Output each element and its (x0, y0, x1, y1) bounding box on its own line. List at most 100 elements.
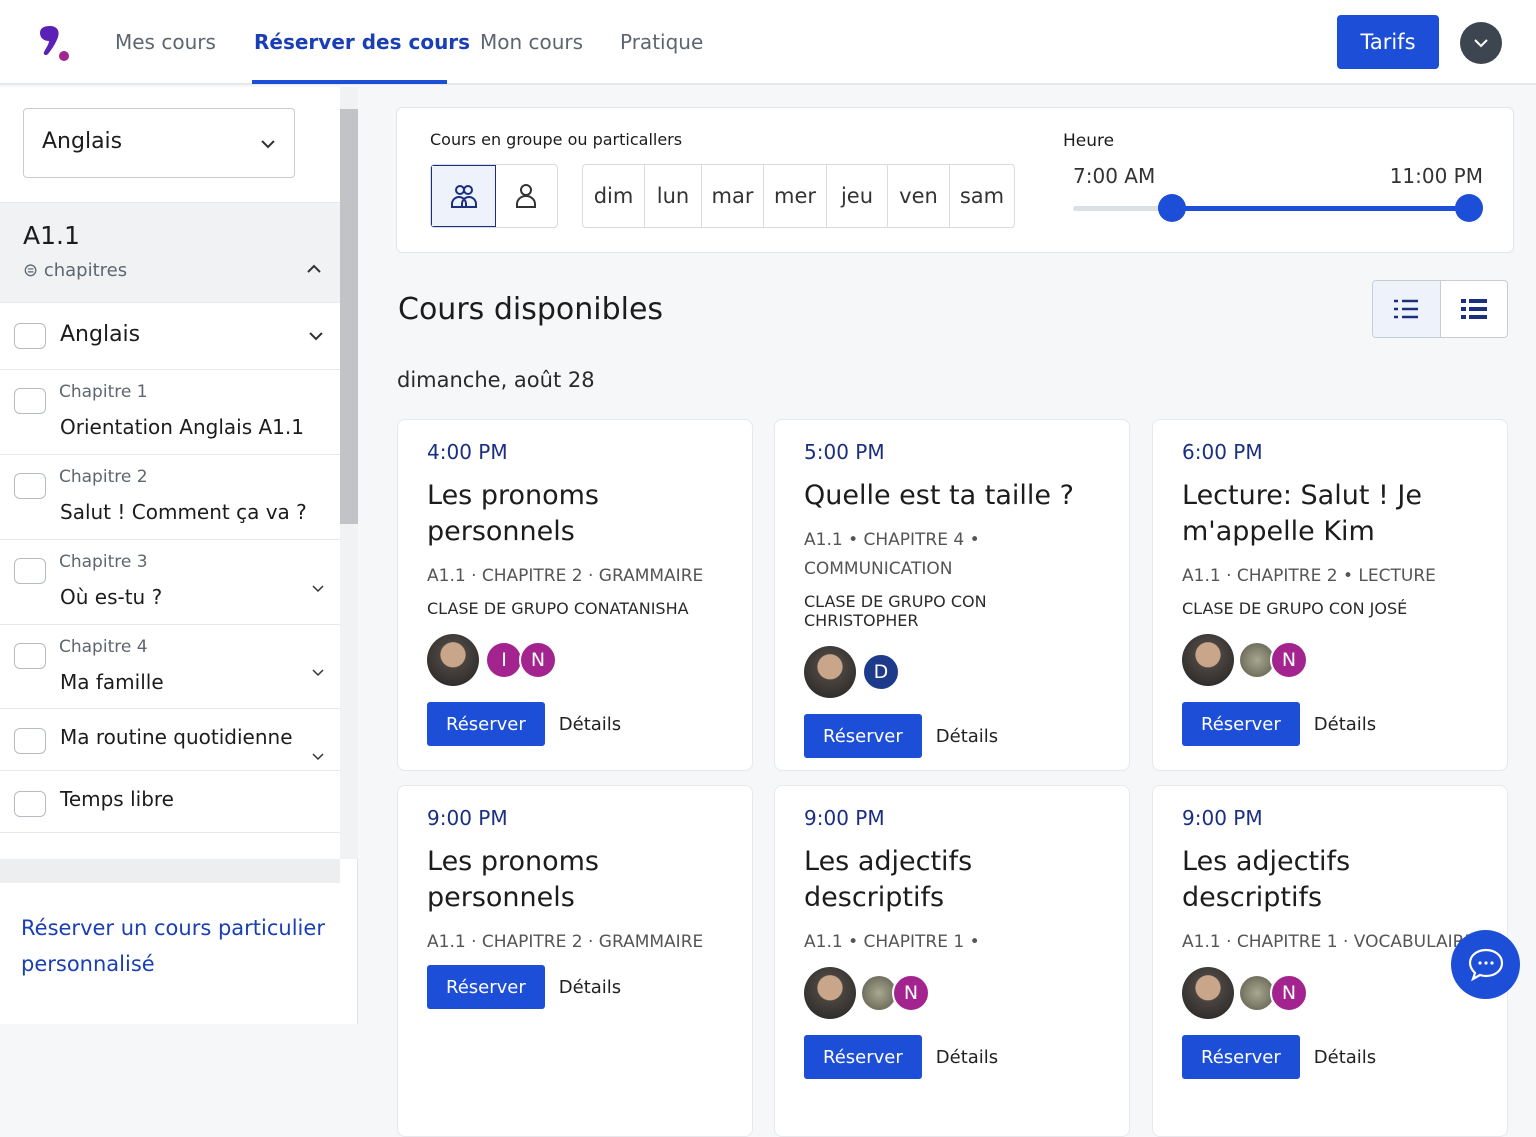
details-link[interactable]: Détails (1314, 1047, 1376, 1068)
details-link[interactable]: Détails (936, 726, 998, 747)
day-jeu[interactable]: jeu (827, 165, 888, 227)
card-title[interactable]: Les pronoms personnels (427, 844, 723, 916)
chevron-down-icon (261, 140, 275, 149)
details-link[interactable]: Détails (1314, 714, 1376, 735)
card-teacher: CLASE DE GRUPO CON CHRISTOPHER (804, 592, 987, 630)
card-meta: A1.1 · CHAPITRE 2 · GRAMMAIRE (427, 566, 704, 586)
nav-mes-cours[interactable]: Mes cours (115, 30, 216, 54)
day-lun[interactable]: lun (645, 165, 702, 227)
active-tab-indicator (252, 80, 447, 84)
chevron-up-icon[interactable] (306, 263, 322, 275)
chapter-item[interactable]: Chapitre 3 Où es-tu ? (0, 540, 340, 625)
reserve-button[interactable]: Réserver (1182, 1035, 1300, 1079)
course-card: 9:00 PM Les pronoms personnels A1.1 · CH… (397, 785, 753, 1137)
list-bullets-icon (1460, 299, 1487, 319)
hour-slider[interactable] (1073, 194, 1483, 222)
group-lesson-toggle[interactable] (431, 165, 496, 227)
card-time: 5:00 PM (804, 440, 885, 464)
chapter-item[interactable]: Anglais (0, 304, 340, 370)
checkbox[interactable] (14, 728, 46, 754)
compact-list-view-button[interactable] (1373, 281, 1441, 337)
card-title[interactable]: Les pronoms personnels (427, 478, 723, 550)
chevron-down-icon[interactable] (312, 585, 324, 593)
logo-icon[interactable] (36, 24, 72, 64)
day-mer[interactable]: mer (764, 165, 827, 227)
profile-menu-button[interactable] (1460, 22, 1502, 64)
checkbox[interactable] (14, 388, 46, 414)
checkbox[interactable] (14, 558, 46, 584)
language-value: Anglais (42, 129, 123, 154)
nav-pratique[interactable]: Pratique (620, 30, 703, 54)
teacher-avatar (804, 967, 856, 1019)
details-link[interactable]: Détails (559, 714, 621, 735)
list-icon (1394, 299, 1419, 319)
chapter-item[interactable]: Chapitre 4 Ma famille (0, 625, 340, 709)
day-sam[interactable]: sam (950, 165, 1014, 227)
chevron-down-icon[interactable] (308, 331, 324, 341)
level-header[interactable]: A1.1 ⊜ chapitres (0, 202, 340, 303)
card-title[interactable]: Lecture: Salut ! Je m'appelle Kim (1182, 478, 1478, 550)
card-meta: A1.1 · CHAPITRE 2 • LECTURE (1182, 566, 1436, 586)
hour-label: Heure (1063, 131, 1115, 151)
chapter-item[interactable]: Chapitre 1 Orientation Anglais A1.1 (0, 370, 340, 455)
card-meta: A1.1 • CHAPITRE 4 • COMMUNICATION (804, 530, 980, 579)
participants: D (804, 644, 1100, 700)
checkbox[interactable] (14, 323, 46, 349)
slider-handle-min[interactable] (1158, 194, 1186, 222)
participants: IN (427, 632, 723, 688)
reserve-button[interactable]: Réserver (1182, 702, 1300, 746)
teacher-avatar (1182, 967, 1234, 1019)
participants: N (1182, 632, 1478, 688)
student-avatar (1240, 976, 1274, 1010)
details-link[interactable]: Détails (559, 977, 621, 998)
day-ven[interactable]: ven (888, 165, 950, 227)
nav-reserver-des-cours[interactable]: Réserver des cours (254, 30, 470, 54)
private-lesson-toggle[interactable] (496, 165, 556, 227)
student-initial-avatar: N (1270, 641, 1308, 679)
card-title[interactable]: Quelle est ta taille ? (804, 478, 1100, 514)
checkbox[interactable] (14, 643, 46, 669)
person-icon (516, 184, 536, 208)
detailed-list-view-button[interactable] (1441, 281, 1508, 337)
student-initial-avatar: I (485, 641, 523, 679)
chat-button[interactable] (1451, 930, 1520, 999)
hour-min: 7:00 AM (1073, 164, 1156, 188)
chapter-item[interactable]: Chapitre 2 Salut ! Comment ça va ? (0, 455, 340, 540)
card-title[interactable]: Les adjectifs descriptifs (1182, 844, 1478, 916)
nav-mon-cours[interactable]: Mon cours (480, 30, 583, 54)
hour-max: 11:00 PM (1389, 164, 1483, 188)
chapter-item[interactable]: Temps libre (0, 771, 340, 833)
type-label: Cours en groupe ou particallers (430, 130, 683, 149)
chevron-down-icon[interactable] (312, 753, 324, 761)
sidebar: Anglais A1.1 ⊜ chapitres Anglais Chapitr… (0, 87, 358, 1024)
card-time: 9:00 PM (1182, 806, 1263, 830)
scrollbar-thumb[interactable] (340, 109, 358, 524)
horizontal-scrollbar[interactable] (0, 859, 340, 883)
chapters-label: ⊜ chapitres (23, 260, 128, 281)
view-toggle (1372, 280, 1508, 338)
checkbox[interactable] (14, 791, 46, 817)
checkbox[interactable] (14, 473, 46, 499)
reserve-button[interactable]: Réserver (804, 714, 922, 758)
date-heading: dimanche, août 28 (397, 368, 595, 392)
vertical-scrollbar[interactable] (340, 87, 358, 859)
language-select[interactable]: Anglais (23, 108, 295, 178)
course-card: 6:00 PM Lecture: Salut ! Je m'appelle Ki… (1152, 419, 1508, 771)
details-link[interactable]: Détails (936, 1047, 998, 1068)
reserve-button[interactable]: Réserver (804, 1035, 922, 1079)
card-title[interactable]: Les adjectifs descriptifs (804, 844, 1100, 916)
card-teacher: CLASE DE GRUPO CONATANISHA (427, 599, 689, 618)
reserve-button[interactable]: Réserver (427, 965, 545, 1009)
slider-handle-max[interactable] (1455, 194, 1483, 222)
private-lesson-link[interactable]: Réserver un cours particulier personnali… (21, 910, 341, 982)
slider-fill (1172, 206, 1469, 211)
chat-bubble-icon (1468, 948, 1503, 981)
card-meta: A1.1 • CHAPITRE 1 • (804, 932, 980, 952)
day-dim[interactable]: dim (583, 165, 645, 227)
tarifs-button[interactable]: Tarifs (1337, 15, 1439, 69)
chapter-item[interactable]: Ma routine quotidienne (0, 709, 340, 771)
chevron-down-icon[interactable] (312, 669, 324, 677)
day-mar[interactable]: mar (702, 165, 764, 227)
chevron-down-icon (1474, 39, 1488, 48)
reserve-button[interactable]: Réserver (427, 702, 545, 746)
